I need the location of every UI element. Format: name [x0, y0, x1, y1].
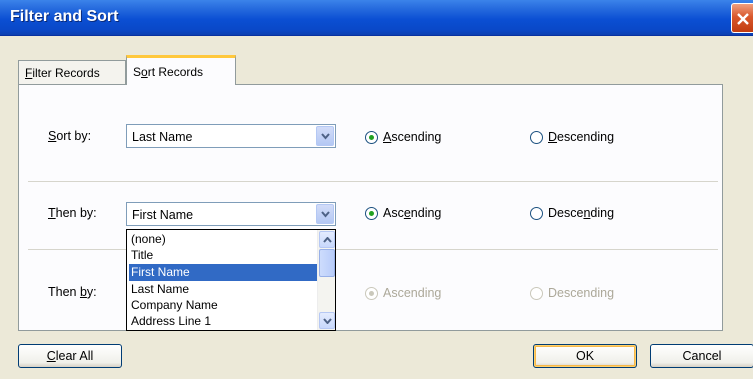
cancel-button[interactable]: Cancel: [650, 344, 753, 368]
sort-by-descending-label: Descending: [548, 130, 614, 144]
asc-text: scending: [391, 130, 442, 144]
sort-by-ascending-label: Ascending: [383, 130, 441, 144]
then-by-1-dropdown-list[interactable]: (none) Title First Name Last Name Compan…: [126, 229, 336, 331]
desc-key: D: [548, 130, 558, 144]
clear-text: lear All: [55, 349, 94, 363]
then-by-1-key: T: [48, 206, 56, 220]
list-item[interactable]: Title: [129, 247, 317, 264]
then-by-2-key: b: [79, 285, 87, 299]
sort-by-label: Sort by:: [48, 129, 91, 143]
dropdown-scrollbar[interactable]: [317, 230, 335, 330]
then-by-2-ascending-label: Ascending: [383, 286, 442, 300]
desc-text: escending: [557, 130, 615, 144]
asc1-post: nding: [410, 206, 442, 220]
then-by-1-descending-label: Descending: [548, 206, 614, 220]
tab-sort-pre: S: [133, 65, 142, 79]
list-item[interactable]: Company Name: [129, 297, 317, 314]
radio-circle: [365, 207, 378, 220]
tab-filter-records[interactable]: Filter Records: [18, 60, 126, 84]
desc1-pre: Desce: [548, 206, 584, 220]
sort-by-combo[interactable]: Last Name: [126, 124, 336, 148]
sort-by-text: ort by:: [56, 129, 92, 143]
then-by-2-label: Then by:: [48, 285, 97, 299]
close-button[interactable]: [731, 3, 753, 33]
chevron-down-icon: [323, 318, 332, 324]
window-title: Filter and Sort: [10, 8, 119, 25]
then-by-2-pre: Then: [48, 285, 80, 299]
chevron-up-icon: [323, 237, 332, 243]
radio-circle: [530, 207, 543, 220]
radio-dot: [369, 135, 374, 140]
tab-sort-key: o: [141, 65, 148, 79]
then-by-1-value: First Name: [132, 208, 194, 222]
chevron-down-icon: [321, 211, 330, 218]
radio-circle: [530, 131, 543, 144]
list-item-selected[interactable]: First Name: [129, 264, 317, 281]
radio-dot: [369, 291, 374, 296]
list-item[interactable]: (none): [129, 231, 317, 248]
asc1-key: e: [403, 206, 411, 220]
radio-dot: [369, 211, 374, 216]
list-item[interactable]: Address Line 1: [129, 313, 317, 330]
list-item[interactable]: Last Name: [129, 281, 317, 298]
divider: [28, 181, 718, 182]
scroll-down-button[interactable]: [319, 312, 335, 329]
ok-button[interactable]: OK: [533, 344, 637, 368]
scroll-up-button[interactable]: [319, 231, 335, 248]
then-by-1-combo[interactable]: First Name: [126, 202, 336, 226]
sort-by-dropdown-button[interactable]: [316, 126, 334, 146]
desc1-post: ding: [590, 206, 615, 220]
asc1-pre: Asc: [383, 206, 404, 220]
tab-filter-label: ilter Records: [32, 66, 100, 80]
then-by-2-descending-label: Descending: [548, 286, 615, 300]
radio-circle: [365, 131, 378, 144]
then-by-1-dropdown-button[interactable]: [316, 204, 334, 224]
radio-circle: [365, 287, 378, 300]
tab-sort-records[interactable]: Sort Records: [126, 55, 236, 85]
clear-key: C: [46, 349, 56, 363]
sort-by-value: Last Name: [132, 130, 193, 144]
then-by-1-ascending-label: Ascending: [383, 206, 441, 220]
clear-all-button[interactable]: Clear All: [18, 344, 122, 368]
title-bar: Filter and Sort: [0, 0, 753, 36]
tab-sort-label: rt Records: [147, 65, 204, 79]
chevron-down-icon: [321, 133, 330, 140]
then-by-2-text: y:: [86, 285, 97, 299]
close-icon: [737, 13, 749, 25]
scroll-thumb[interactable]: [319, 249, 335, 277]
radio-circle: [530, 287, 543, 300]
then-by-1-text: hen by:: [55, 206, 97, 220]
then-by-1-label: Then by:: [48, 206, 97, 220]
